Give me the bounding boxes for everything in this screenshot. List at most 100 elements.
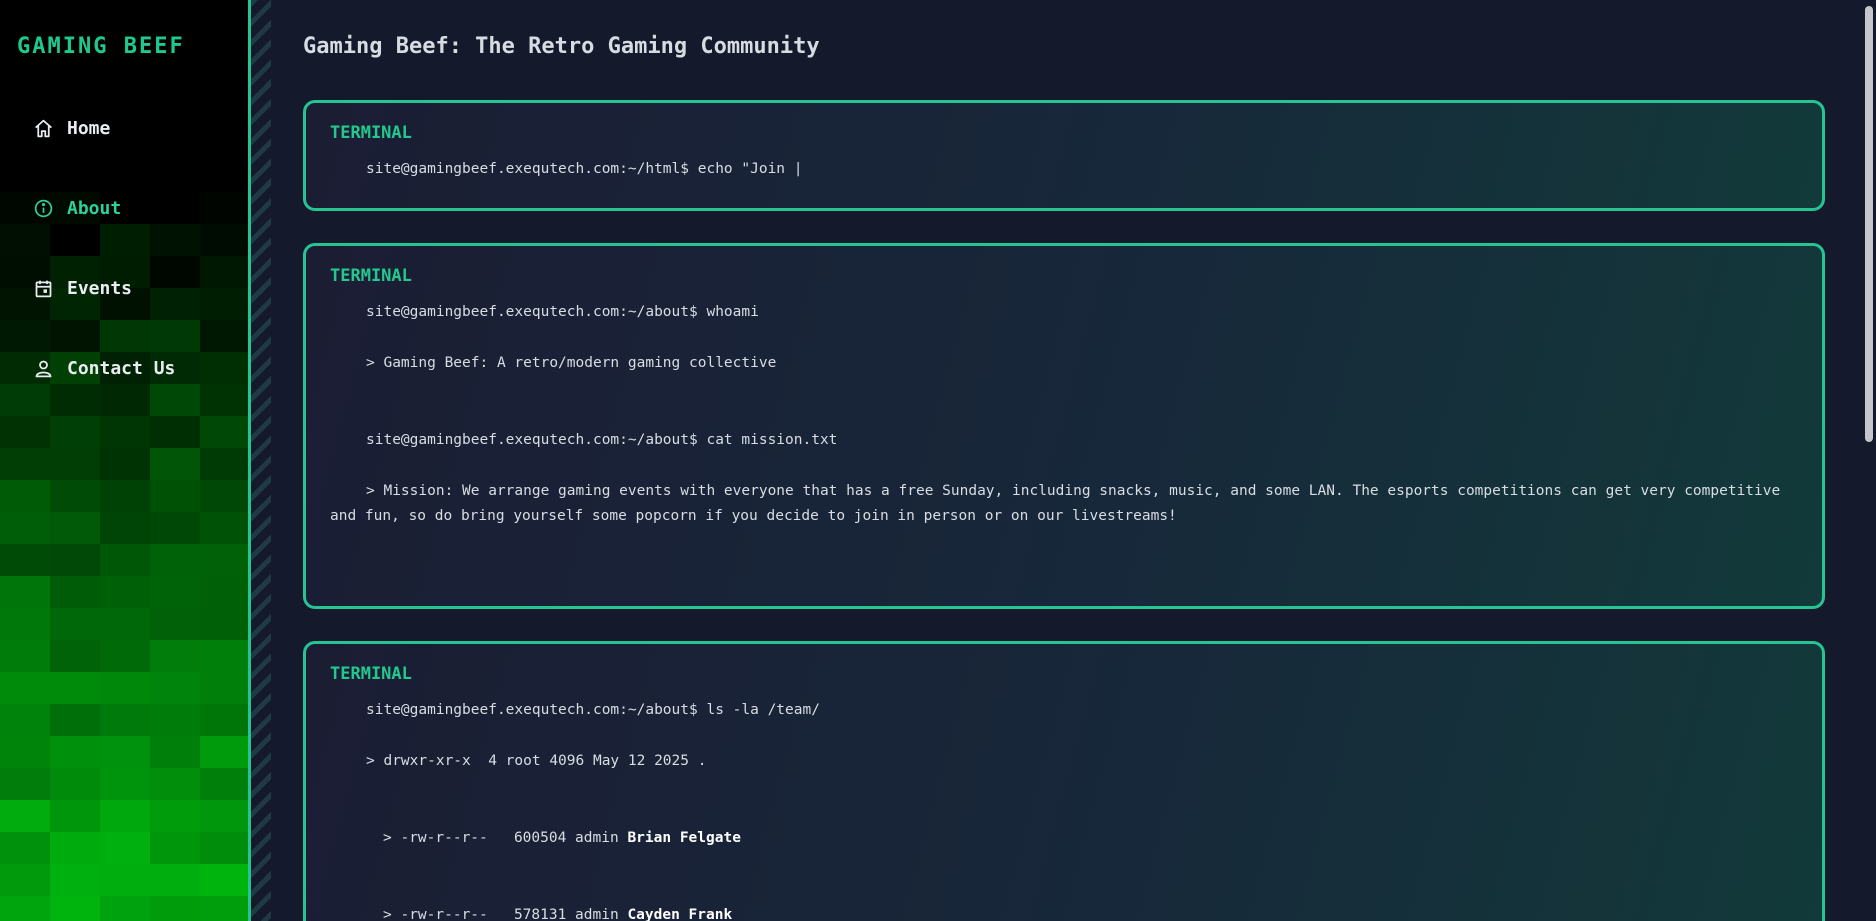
pixel-tile (50, 384, 100, 416)
pixel-tile (150, 544, 200, 576)
pixel-tile (200, 0, 248, 32)
pixel-tile (150, 448, 200, 480)
pixel-tile (100, 736, 150, 768)
pixel-tile (0, 480, 50, 512)
pixel-tile (50, 0, 100, 32)
pixel-tile (100, 800, 150, 832)
pixel-tile (100, 544, 150, 576)
pixel-tile (150, 736, 200, 768)
pixel-tile (200, 288, 248, 320)
pixel-tile (150, 160, 200, 192)
pixel-tile (200, 768, 248, 800)
pixel-tile (0, 832, 50, 864)
decorative-stripe (251, 0, 271, 921)
pixel-tile (0, 800, 50, 832)
pixel-tile (0, 736, 50, 768)
pixel-tile (0, 160, 50, 192)
pixel-tile (100, 608, 150, 640)
pixel-tile (50, 160, 100, 192)
pixel-tile (0, 416, 50, 448)
file-perms: > -rw-r--r-- 578131 admin (383, 907, 628, 921)
pixel-tile (0, 320, 50, 352)
sidebar-item-label: About (67, 198, 122, 219)
pixel-tile (150, 896, 200, 921)
pixel-tile (200, 736, 248, 768)
pixel-tile (150, 832, 200, 864)
sidebar-item-home[interactable]: Home (33, 118, 110, 139)
sidebar-item-events[interactable]: Events (33, 278, 132, 299)
pixel-tile (200, 320, 248, 352)
pixel-tile (150, 672, 200, 704)
pixel-tile (200, 224, 248, 256)
brand-logo[interactable]: GAMING BEEF (17, 34, 185, 59)
pixel-tile (150, 192, 200, 224)
pixel-tile (100, 320, 150, 352)
pixel-tile (150, 704, 200, 736)
pixel-tile (0, 544, 50, 576)
pixel-tile (200, 192, 248, 224)
pixel-tile (200, 128, 248, 160)
terminal-label: TERMINAL (330, 123, 412, 143)
pixel-tile (100, 512, 150, 544)
pixel-tile (100, 384, 150, 416)
pixel-tile (50, 672, 100, 704)
pixel-tile (200, 544, 248, 576)
sidebar-item-contact[interactable]: Contact Us (33, 358, 175, 379)
pixel-tile (0, 896, 50, 921)
pixel-tile (100, 416, 150, 448)
team-member-name: Cayden Frank (627, 907, 733, 921)
pixel-tile (150, 864, 200, 896)
pixel-tile (50, 736, 100, 768)
pixel-tile (0, 672, 50, 704)
pixel-tile (150, 576, 200, 608)
pixel-tile (200, 672, 248, 704)
pixel-tile (100, 704, 150, 736)
pixel-tile (150, 640, 200, 672)
pixel-tile (200, 832, 248, 864)
page-title: Gaming Beef: The Retro Gaming Community (303, 34, 820, 59)
sidebar: GAMING BEEF Home About Events Contact Us (0, 0, 248, 921)
pixel-tile (0, 576, 50, 608)
pixel-tile (200, 896, 248, 921)
pixel-tile (100, 0, 150, 32)
pixel-tile (50, 704, 100, 736)
pixel-tile (200, 576, 248, 608)
pixel-tile (200, 96, 248, 128)
pixel-tile (50, 224, 100, 256)
terminal-join: TERMINAL site@gamingbeef.exequtech.com:~… (303, 100, 1825, 211)
pixel-tile (150, 512, 200, 544)
terminal-output: > Gaming Beef: A retro/modern gaming col… (366, 355, 777, 371)
pixel-tile (200, 256, 248, 288)
terminal-prompt: site@gamingbeef.exequtech.com:~/about$ w… (366, 304, 759, 320)
pixel-tile (150, 96, 200, 128)
pixel-tile (50, 480, 100, 512)
pixel-tile (0, 768, 50, 800)
pixel-tile (50, 768, 100, 800)
pixel-tile (150, 0, 200, 32)
sidebar-item-about[interactable]: About (33, 198, 121, 219)
team-member-name: Brian Felgate (627, 830, 741, 846)
team-member-row: > -rw-r--r-- 600504 admin Brian Felgate (383, 826, 1796, 851)
pixel-tile (0, 640, 50, 672)
pixel-tile (150, 128, 200, 160)
pixel-tile (150, 64, 200, 96)
terminal-output: > Mission: We arrange gaming events with… (330, 483, 1781, 524)
person-icon (33, 358, 54, 379)
info-icon (33, 198, 54, 219)
scrollbar-thumb[interactable] (1865, 6, 1873, 442)
pixel-tile (200, 160, 248, 192)
pixel-tile (200, 32, 248, 64)
sidebar-item-label: Home (67, 118, 111, 139)
pixel-tile (0, 384, 50, 416)
app-root: GAMING BEEF Home About Events Contact Us… (0, 0, 1876, 921)
pixel-tile (0, 608, 50, 640)
pixel-tile (50, 64, 100, 96)
pixel-tile (100, 576, 150, 608)
pixel-tile (150, 288, 200, 320)
pixel-tile (0, 224, 50, 256)
terminal-about: TERMINAL site@gamingbeef.exequtech.com:~… (303, 243, 1825, 609)
pixel-tile (0, 64, 50, 96)
pixel-tile (200, 64, 248, 96)
scrollbar[interactable] (1862, 0, 1876, 921)
pixel-tile (0, 864, 50, 896)
